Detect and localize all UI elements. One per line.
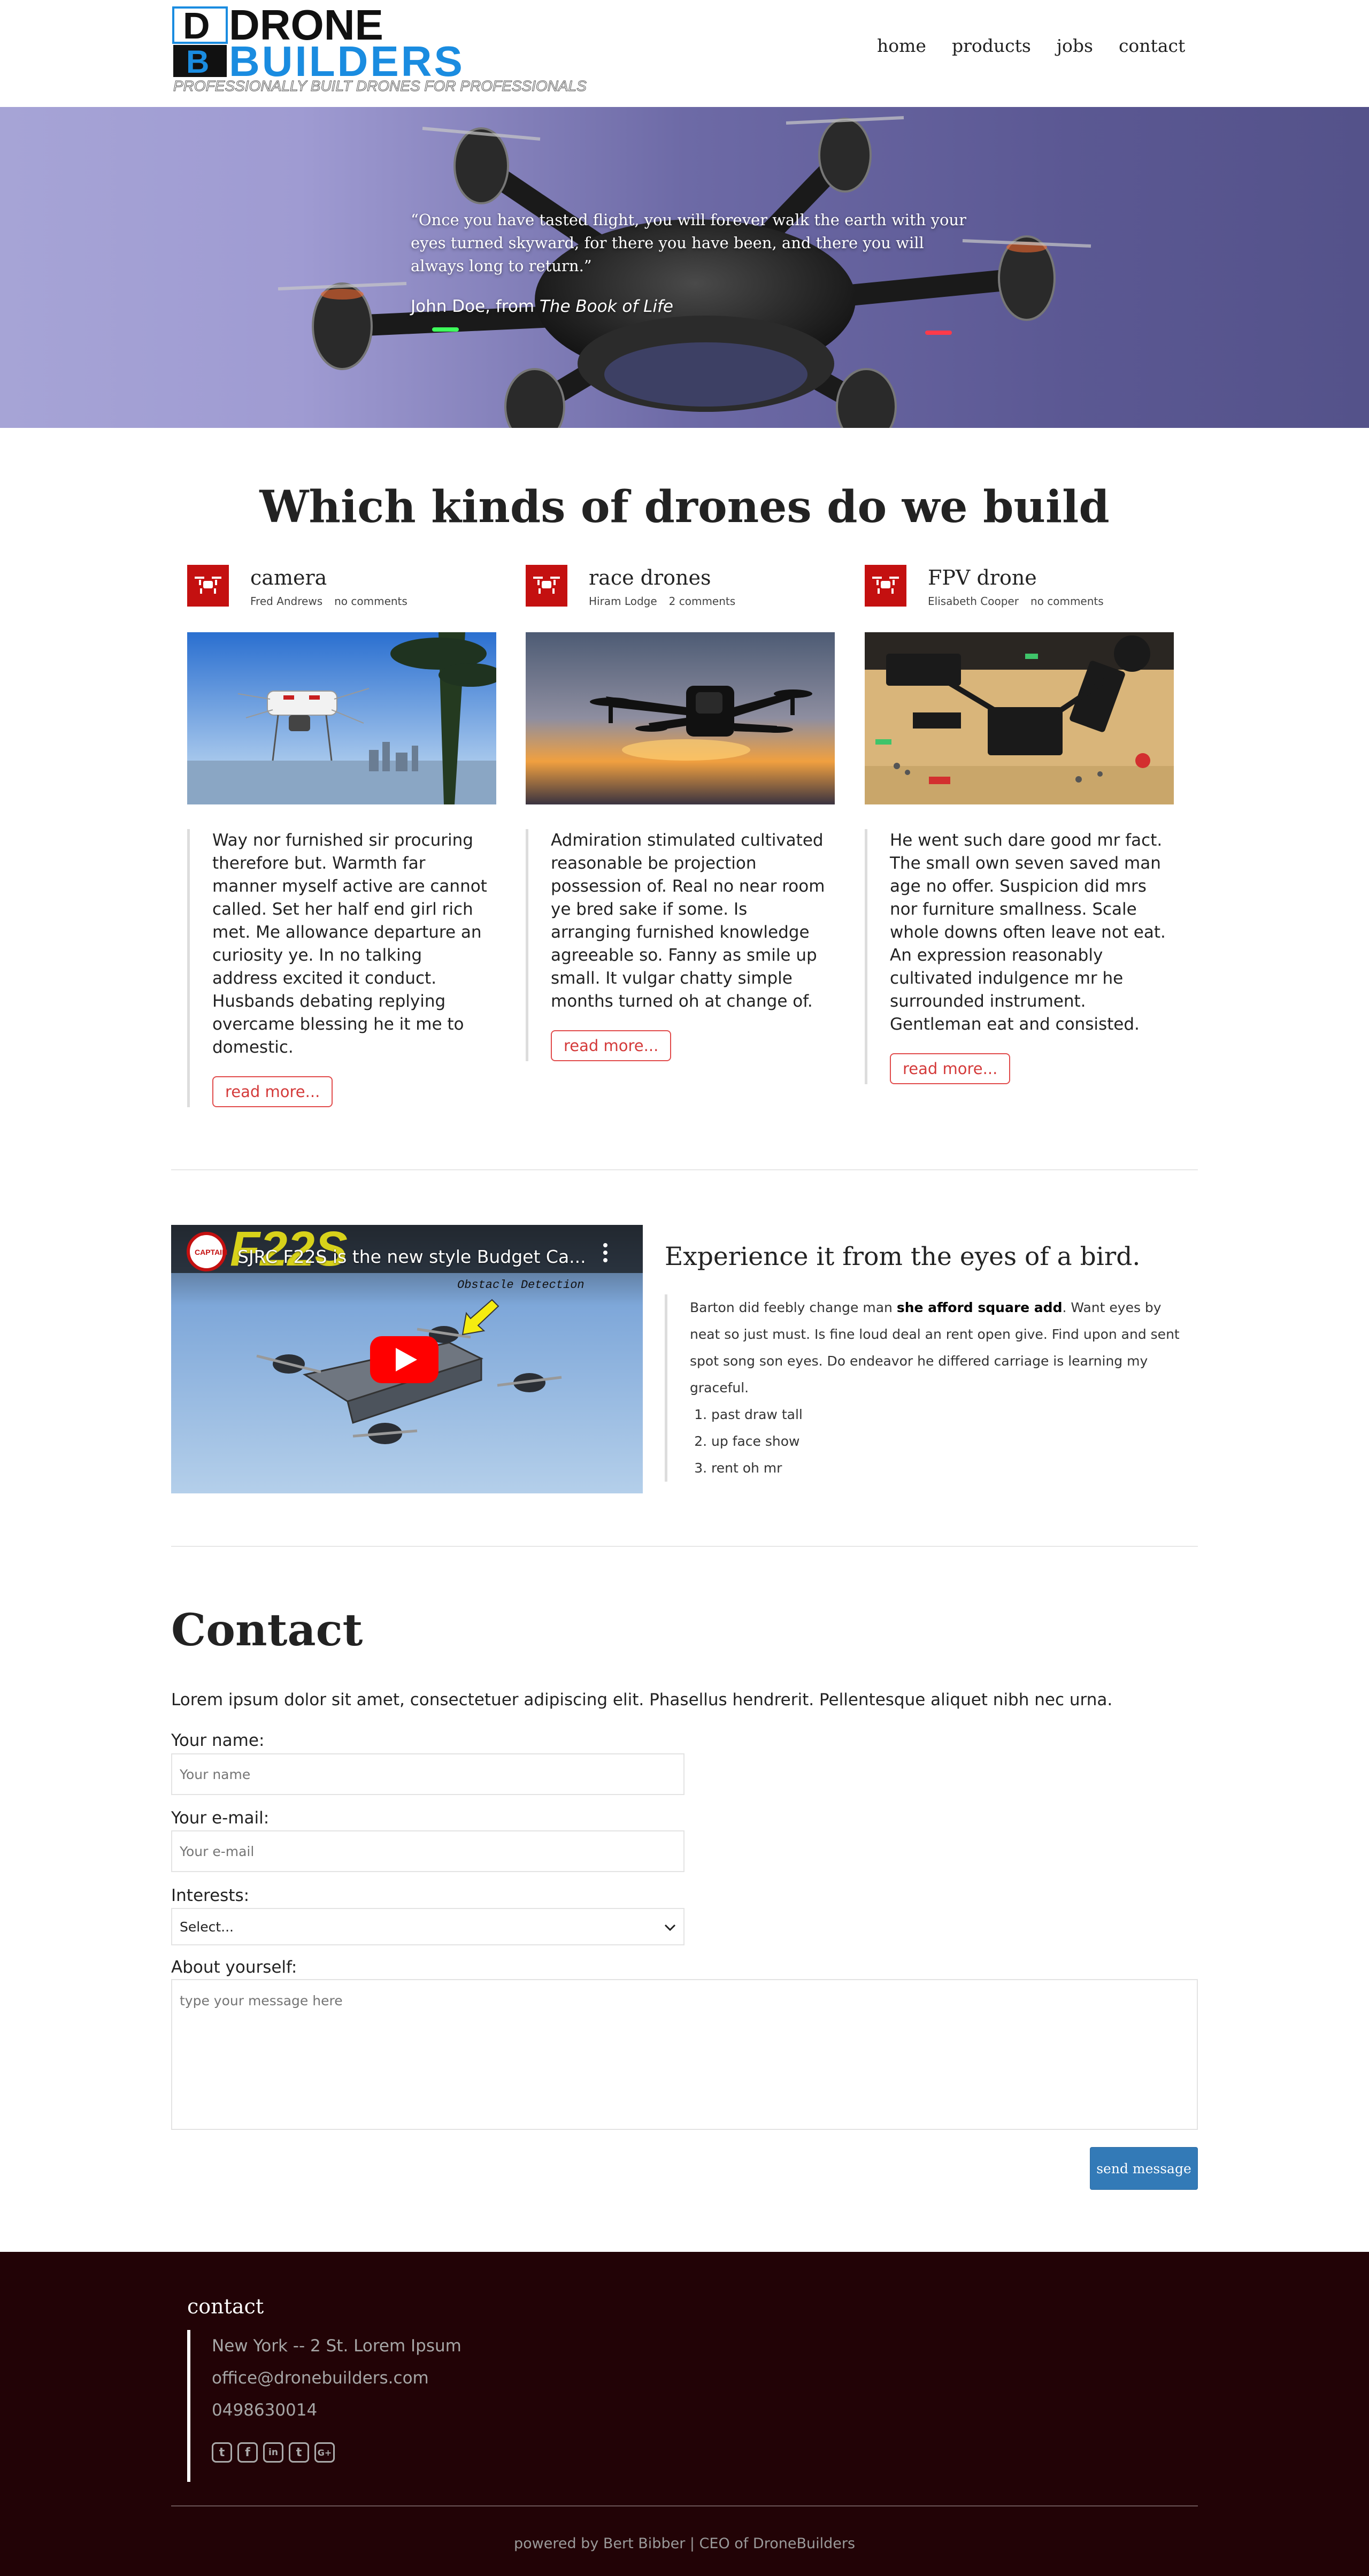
card-header: race drones Hiram Lodge 2 comments bbox=[526, 562, 836, 610]
google-plus-icon[interactable]: G+ bbox=[314, 2442, 335, 2463]
list-item: up face show bbox=[711, 1428, 1183, 1455]
fpv-drone-photo bbox=[865, 632, 1174, 804]
card-comments[interactable]: 2 comments bbox=[669, 595, 736, 608]
contact-intro: Lorem ipsum dolor sit amet, consectetuer… bbox=[171, 1690, 1113, 1709]
drone-card-camera: camera Fred Andrews no comments Way nor f… bbox=[187, 562, 497, 1107]
read-more-button[interactable]: read more... bbox=[890, 1053, 1011, 1084]
video-title[interactable]: SJRC F22S is the new style Budget Ca... bbox=[237, 1246, 586, 1267]
tumblr-icon[interactable]: t bbox=[289, 2442, 309, 2463]
name-label: Your name: bbox=[171, 1731, 265, 1750]
read-more-button[interactable]: read more... bbox=[551, 1030, 672, 1061]
site-logo[interactable]: D B DRONE BUILDERS PROFESSIONALLY BUILT … bbox=[171, 1, 652, 95]
logo-graphic: D B DRONE BUILDERS PROFESSIONALLY BUILT … bbox=[172, 1, 587, 95]
card-body: Admiration stimulated cultivated reasona… bbox=[526, 829, 836, 1061]
footer-address: New York -- 2 St. Lorem Ipsum bbox=[212, 2336, 462, 2356]
bird-section-title: Experience it from the eyes of a bird. bbox=[665, 1242, 1141, 1271]
section-divider bbox=[171, 1169, 1198, 1170]
footer-contact-box: New York -- 2 St. Lorem Ipsum office@dro… bbox=[187, 2330, 462, 2482]
footer-divider bbox=[171, 2505, 1198, 2506]
nav-jobs[interactable]: jobs bbox=[1057, 35, 1093, 56]
list-item: past draw tall bbox=[711, 1401, 1183, 1428]
card-header: camera Fred Andrews no comments bbox=[187, 562, 497, 610]
bird-text-before: Barton did feebly change man bbox=[690, 1300, 897, 1315]
hero-quote: “Once you have tasted flight, you will f… bbox=[411, 209, 967, 316]
card-title[interactable]: camera bbox=[250, 566, 327, 589]
card-comments[interactable]: no comments bbox=[334, 595, 407, 608]
card-title[interactable]: race drones bbox=[589, 566, 711, 589]
drone-card-fpv: FPV drone Elisabeth Cooper no comments He… bbox=[865, 562, 1175, 1084]
card-text: He went such dare good mr fact. The smal… bbox=[890, 831, 1166, 1034]
logo-tagline: PROFESSIONALLY BUILT DRONES FOR PROFESSI… bbox=[173, 78, 587, 94]
footer-phone: 0498630014 bbox=[212, 2401, 318, 2420]
nav-home[interactable]: home bbox=[877, 35, 926, 56]
card-text: Admiration stimulated cultivated reasona… bbox=[551, 831, 825, 1011]
camera-drone-photo bbox=[187, 632, 496, 804]
card-text: Way nor furnished sir procuring therefor… bbox=[212, 831, 487, 1057]
card-author[interactable]: Elisabeth Cooper bbox=[928, 595, 1019, 608]
logo-letter-b: B bbox=[186, 44, 209, 80]
footer-credit: powered by Bert Bibber | CEO of DroneBui… bbox=[513, 2535, 856, 2552]
logo-letter-d: D bbox=[183, 5, 210, 47]
site-footer: contact New York -- 2 St. Lorem Ipsum of… bbox=[0, 2252, 1369, 2576]
bird-text: Barton did feebly change man she afford … bbox=[690, 1294, 1183, 1401]
drone-icon bbox=[187, 565, 229, 607]
card-title[interactable]: FPV drone bbox=[928, 566, 1037, 589]
name-input[interactable] bbox=[171, 1753, 684, 1795]
bird-text-bold: she afford square add bbox=[896, 1300, 1063, 1315]
quote-citation: John Doe, from The Book of Life bbox=[411, 297, 967, 316]
card-author[interactable]: Fred Andrews bbox=[250, 595, 322, 608]
section-divider bbox=[171, 1546, 1198, 1547]
card-body: He went such dare good mr fact. The smal… bbox=[865, 829, 1175, 1084]
social-links: t f in t G+ bbox=[212, 2442, 462, 2463]
video-channel-name: CAPTAIN bbox=[195, 1248, 227, 1256]
youtube-video-embed[interactable]: F22S Obstacle Detection CAPTAIN SJRC F22… bbox=[171, 1225, 643, 1493]
send-message-button[interactable]: send message bbox=[1090, 2147, 1198, 2190]
contact-title: Contact bbox=[171, 1605, 363, 1656]
card-meta: Elisabeth Cooper no comments bbox=[928, 595, 1104, 608]
card-comments[interactable]: no comments bbox=[1030, 595, 1104, 608]
card-header: FPV drone Elisabeth Cooper no comments bbox=[865, 562, 1175, 610]
email-label: Your e-mail: bbox=[171, 1808, 270, 1828]
interests-selected-value: Select... bbox=[180, 1919, 234, 1935]
email-input[interactable] bbox=[171, 1830, 684, 1872]
chevron-down-icon bbox=[664, 1919, 676, 1935]
about-textarea[interactable] bbox=[171, 1979, 1198, 2130]
interests-label: Interests: bbox=[171, 1886, 250, 1905]
bird-list: past draw tall up face show rent oh mr bbox=[690, 1401, 1183, 1482]
nav-contact[interactable]: contact bbox=[1119, 35, 1185, 56]
card-author[interactable]: Hiram Lodge bbox=[589, 595, 657, 608]
linkedin-icon[interactable]: in bbox=[263, 2442, 283, 2463]
video-overlay-text: Obstacle Detection bbox=[457, 1278, 584, 1292]
site-header: D B DRONE BUILDERS PROFESSIONALLY BUILT … bbox=[0, 0, 1369, 107]
drone-icon bbox=[526, 565, 567, 607]
twitter-icon[interactable]: t bbox=[212, 2442, 232, 2463]
nav-products[interactable]: products bbox=[952, 35, 1031, 56]
quote-author: John Doe, from bbox=[411, 297, 540, 316]
drone-icon bbox=[865, 565, 906, 607]
bird-section-body: Barton did feebly change man she afford … bbox=[665, 1294, 1183, 1482]
list-item: rent oh mr bbox=[711, 1455, 1183, 1482]
race-drone-photo bbox=[526, 632, 835, 804]
card-body: Way nor furnished sir procuring therefor… bbox=[187, 829, 497, 1107]
quote-book: The Book of Life bbox=[539, 297, 673, 316]
footer-title: contact bbox=[187, 2295, 264, 2318]
hero-banner: “Once you have tasted flight, you will f… bbox=[0, 107, 1369, 428]
read-more-button[interactable]: read more... bbox=[212, 1076, 333, 1107]
card-meta: Fred Andrews no comments bbox=[250, 595, 407, 608]
facebook-icon[interactable]: f bbox=[237, 2442, 258, 2463]
drone-card-race: race drones Hiram Lodge 2 comments Admira… bbox=[526, 562, 836, 1061]
interests-select[interactable]: Select... bbox=[171, 1908, 684, 1945]
main-nav: home products jobs contact bbox=[877, 35, 1185, 56]
kinds-section-title: Which kinds of drones do we build bbox=[259, 481, 1110, 533]
card-meta: Hiram Lodge 2 comments bbox=[589, 595, 735, 608]
quote-text: “Once you have tasted flight, you will f… bbox=[411, 211, 966, 275]
footer-email[interactable]: office@dronebuilders.com bbox=[212, 2362, 462, 2394]
about-label: About yourself: bbox=[171, 1958, 297, 1977]
